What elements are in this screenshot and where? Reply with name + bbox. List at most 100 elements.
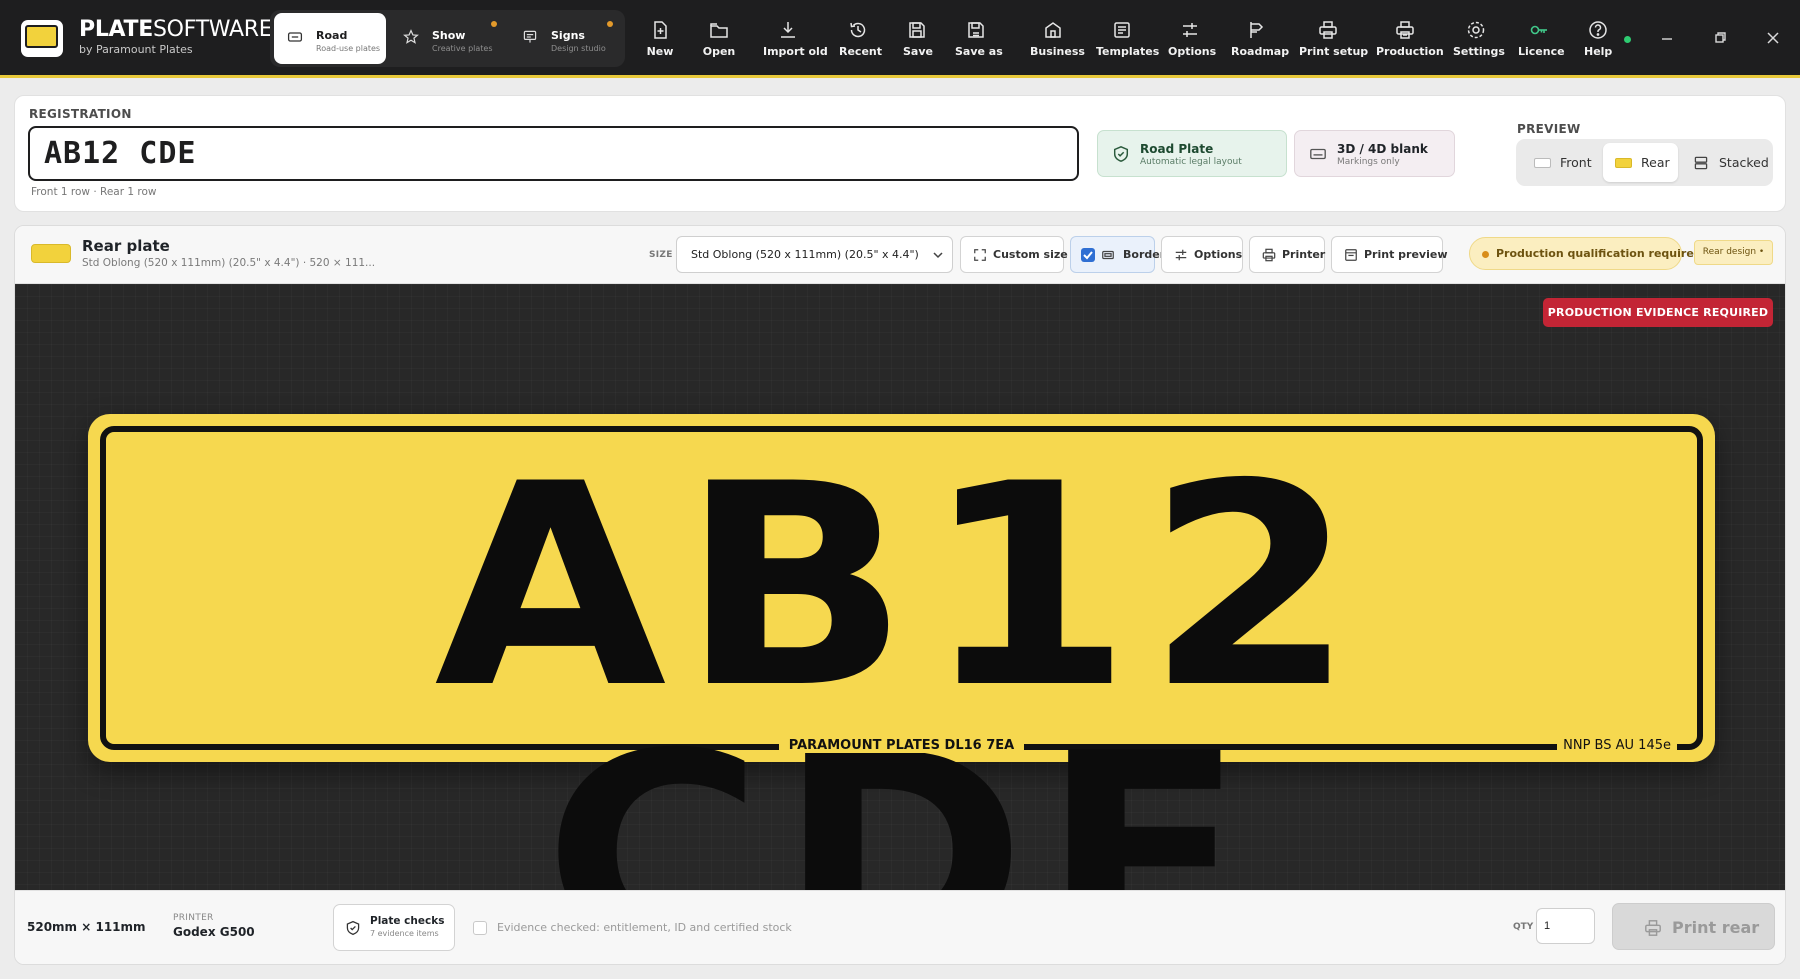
toolbar-open-button[interactable]: Open — [701, 20, 737, 62]
plate-canvas[interactable]: PRODUCTION EVIDENCE REQUIRED AB12 CDE PA… — [15, 284, 1785, 964]
preview-stacked-button[interactable]: Stacked — [1681, 143, 1769, 182]
mode-switcher: Road Road-use plates Show Creative plate… — [270, 10, 625, 67]
restore-icon — [1710, 28, 1730, 48]
preview-front-button[interactable]: Front — [1520, 143, 1600, 182]
plate-standard-mark: NNP BS AU 145e — [1557, 738, 1677, 753]
save-icon — [907, 20, 927, 40]
toolbar-help-button[interactable]: Help — [1584, 20, 1612, 62]
mode-road-label: Road — [316, 29, 348, 42]
sliders-icon — [1174, 248, 1188, 262]
stacked-icon — [1693, 155, 1709, 171]
qty-input[interactable] — [1536, 908, 1595, 944]
chevron-down-icon — [932, 249, 944, 261]
mode-show[interactable]: Show Creative plates — [390, 13, 505, 64]
toolbar-recent-button[interactable]: Recent — [839, 20, 882, 62]
front-plate-swatch — [1534, 158, 1551, 168]
brand-title: PLATESOFTWARE — [79, 17, 273, 42]
registration-hint: Front 1 row · Rear 1 row — [31, 186, 157, 198]
history-icon — [848, 20, 868, 40]
qualification-badge[interactable]: Production qualification required — [1469, 237, 1702, 270]
printer-label: PRINTER — [173, 913, 214, 923]
registration-input[interactable] — [28, 126, 1079, 181]
toolbar-settings-button[interactable]: Settings — [1453, 20, 1505, 62]
editor-title: Rear plate — [82, 237, 170, 255]
road-plate-sub: Automatic legal layout — [1140, 157, 1242, 167]
printer-icon — [1644, 919, 1662, 937]
resize-icon — [973, 248, 987, 262]
online-status-dot — [1624, 36, 1631, 43]
minimize-button[interactable] — [1657, 28, 1677, 48]
toolbar-business-button[interactable]: Business — [1030, 20, 1085, 62]
blank-plate-label: 3D / 4D blank — [1337, 142, 1428, 156]
evidence-checkbox[interactable] — [473, 921, 487, 935]
minimize-icon — [1657, 28, 1677, 48]
print-rear-button[interactable]: Print rear — [1612, 903, 1775, 950]
preview-label: PREVIEW — [1517, 122, 1581, 136]
mode-signs-label: Signs — [551, 29, 585, 42]
size-select[interactable]: Std Oblong (520 x 111mm) (20.5" x 4.4") — [676, 236, 953, 273]
toolbar-options-button[interactable]: Options — [1168, 20, 1216, 62]
close-button[interactable] — [1763, 28, 1783, 48]
brand-subtitle: by Paramount Plates — [79, 43, 193, 56]
border-checkbox[interactable] — [1081, 248, 1095, 262]
key-icon — [1529, 20, 1549, 40]
qty-label: QTY — [1513, 922, 1534, 932]
shield-check-icon — [345, 920, 361, 936]
preview-switcher: Front Rear Stacked — [1516, 139, 1773, 186]
roadmap-icon — [1246, 20, 1266, 40]
toolbar-save-button[interactable]: Save — [903, 20, 933, 62]
printer-icon — [1318, 20, 1338, 40]
plate-registration-text: AB12 CDE — [434, 424, 1369, 965]
maximize-button[interactable] — [1710, 28, 1730, 48]
editor-footer: 520mm × 111mm PRINTER Godex G500 Plate c… — [15, 890, 1785, 964]
rear-design-badge[interactable]: Rear design • — [1694, 240, 1773, 265]
toolbar-save-as-button[interactable]: Save as — [955, 20, 1003, 62]
toolbar-new-button[interactable]: New — [645, 20, 675, 62]
warning-dot — [1482, 251, 1489, 258]
top-bar: PLATESOFTWARE by Paramount Plates Road R… — [0, 0, 1800, 78]
notification-dot — [607, 21, 613, 27]
sign-icon — [522, 29, 538, 45]
mode-road[interactable]: Road Road-use plates — [274, 13, 386, 64]
shield-check-icon — [1112, 145, 1130, 163]
toolbar-production-button[interactable]: Production — [1376, 20, 1444, 62]
production-evidence-banner[interactable]: PRODUCTION EVIDENCE REQUIRED — [1543, 298, 1773, 327]
mode-signs[interactable]: Signs Design studio — [509, 13, 621, 64]
printer-button[interactable]: Printer — [1249, 236, 1325, 273]
toolbar-roadmap-button[interactable]: Roadmap — [1231, 20, 1289, 62]
size-label: SIZE — [649, 250, 673, 260]
blank-plate-card[interactable]: 3D / 4D blank Markings only — [1294, 130, 1455, 177]
mode-show-sub: Creative plates — [432, 44, 493, 53]
custom-size-button[interactable]: Custom size — [960, 236, 1068, 273]
border-toggle[interactable]: Border — [1070, 236, 1165, 273]
business-icon — [1043, 20, 1063, 40]
mode-road-sub: Road-use plates — [316, 44, 381, 53]
plate-maker-mark: PARAMOUNT PLATES DL16 7EA — [88, 738, 1715, 753]
blank-plate-icon — [1309, 145, 1327, 163]
border-icon — [1101, 248, 1115, 262]
save-as-icon — [966, 20, 986, 40]
preview-icon — [1344, 248, 1358, 262]
gear-icon — [1466, 20, 1486, 40]
printer-value: Godex G500 — [173, 925, 255, 939]
toolbar-import-button[interactable]: Import old — [763, 20, 828, 62]
plate-dimensions: 520mm × 111mm — [27, 920, 146, 934]
evidence-checkbox-label: Evidence checked: entitlement, ID and ce… — [497, 921, 792, 934]
toolbar-templates-button[interactable]: Templates — [1096, 20, 1159, 62]
print-preview-button[interactable]: Print preview — [1331, 236, 1448, 273]
folder-icon — [709, 20, 729, 40]
road-plate-label: Road Plate — [1140, 142, 1214, 156]
mode-show-label: Show — [432, 29, 466, 42]
options-button[interactable]: Options — [1161, 236, 1243, 273]
registration-panel: REGISTRATION Front 1 row · Rear 1 row Ro… — [14, 95, 1786, 212]
import-icon — [778, 20, 798, 40]
mode-signs-sub: Design studio — [551, 44, 606, 53]
toolbar-print-setup-button[interactable]: Print setup — [1299, 20, 1368, 62]
preview-rear-button[interactable]: Rear — [1603, 143, 1678, 182]
toolbar-licence-button[interactable]: Licence — [1518, 20, 1565, 62]
rear-plate-preview[interactable]: AB12 CDE PARAMOUNT PLATES DL16 7EA NNP B… — [88, 414, 1715, 964]
editor-header: Rear plate Std Oblong (520 x 111mm) (20.… — [15, 226, 1785, 284]
close-icon — [1763, 28, 1783, 48]
road-plate-card[interactable]: Road Plate Automatic legal layout — [1097, 130, 1287, 177]
plate-checks-button[interactable]: Plate checks 7 evidence items — [333, 904, 455, 951]
